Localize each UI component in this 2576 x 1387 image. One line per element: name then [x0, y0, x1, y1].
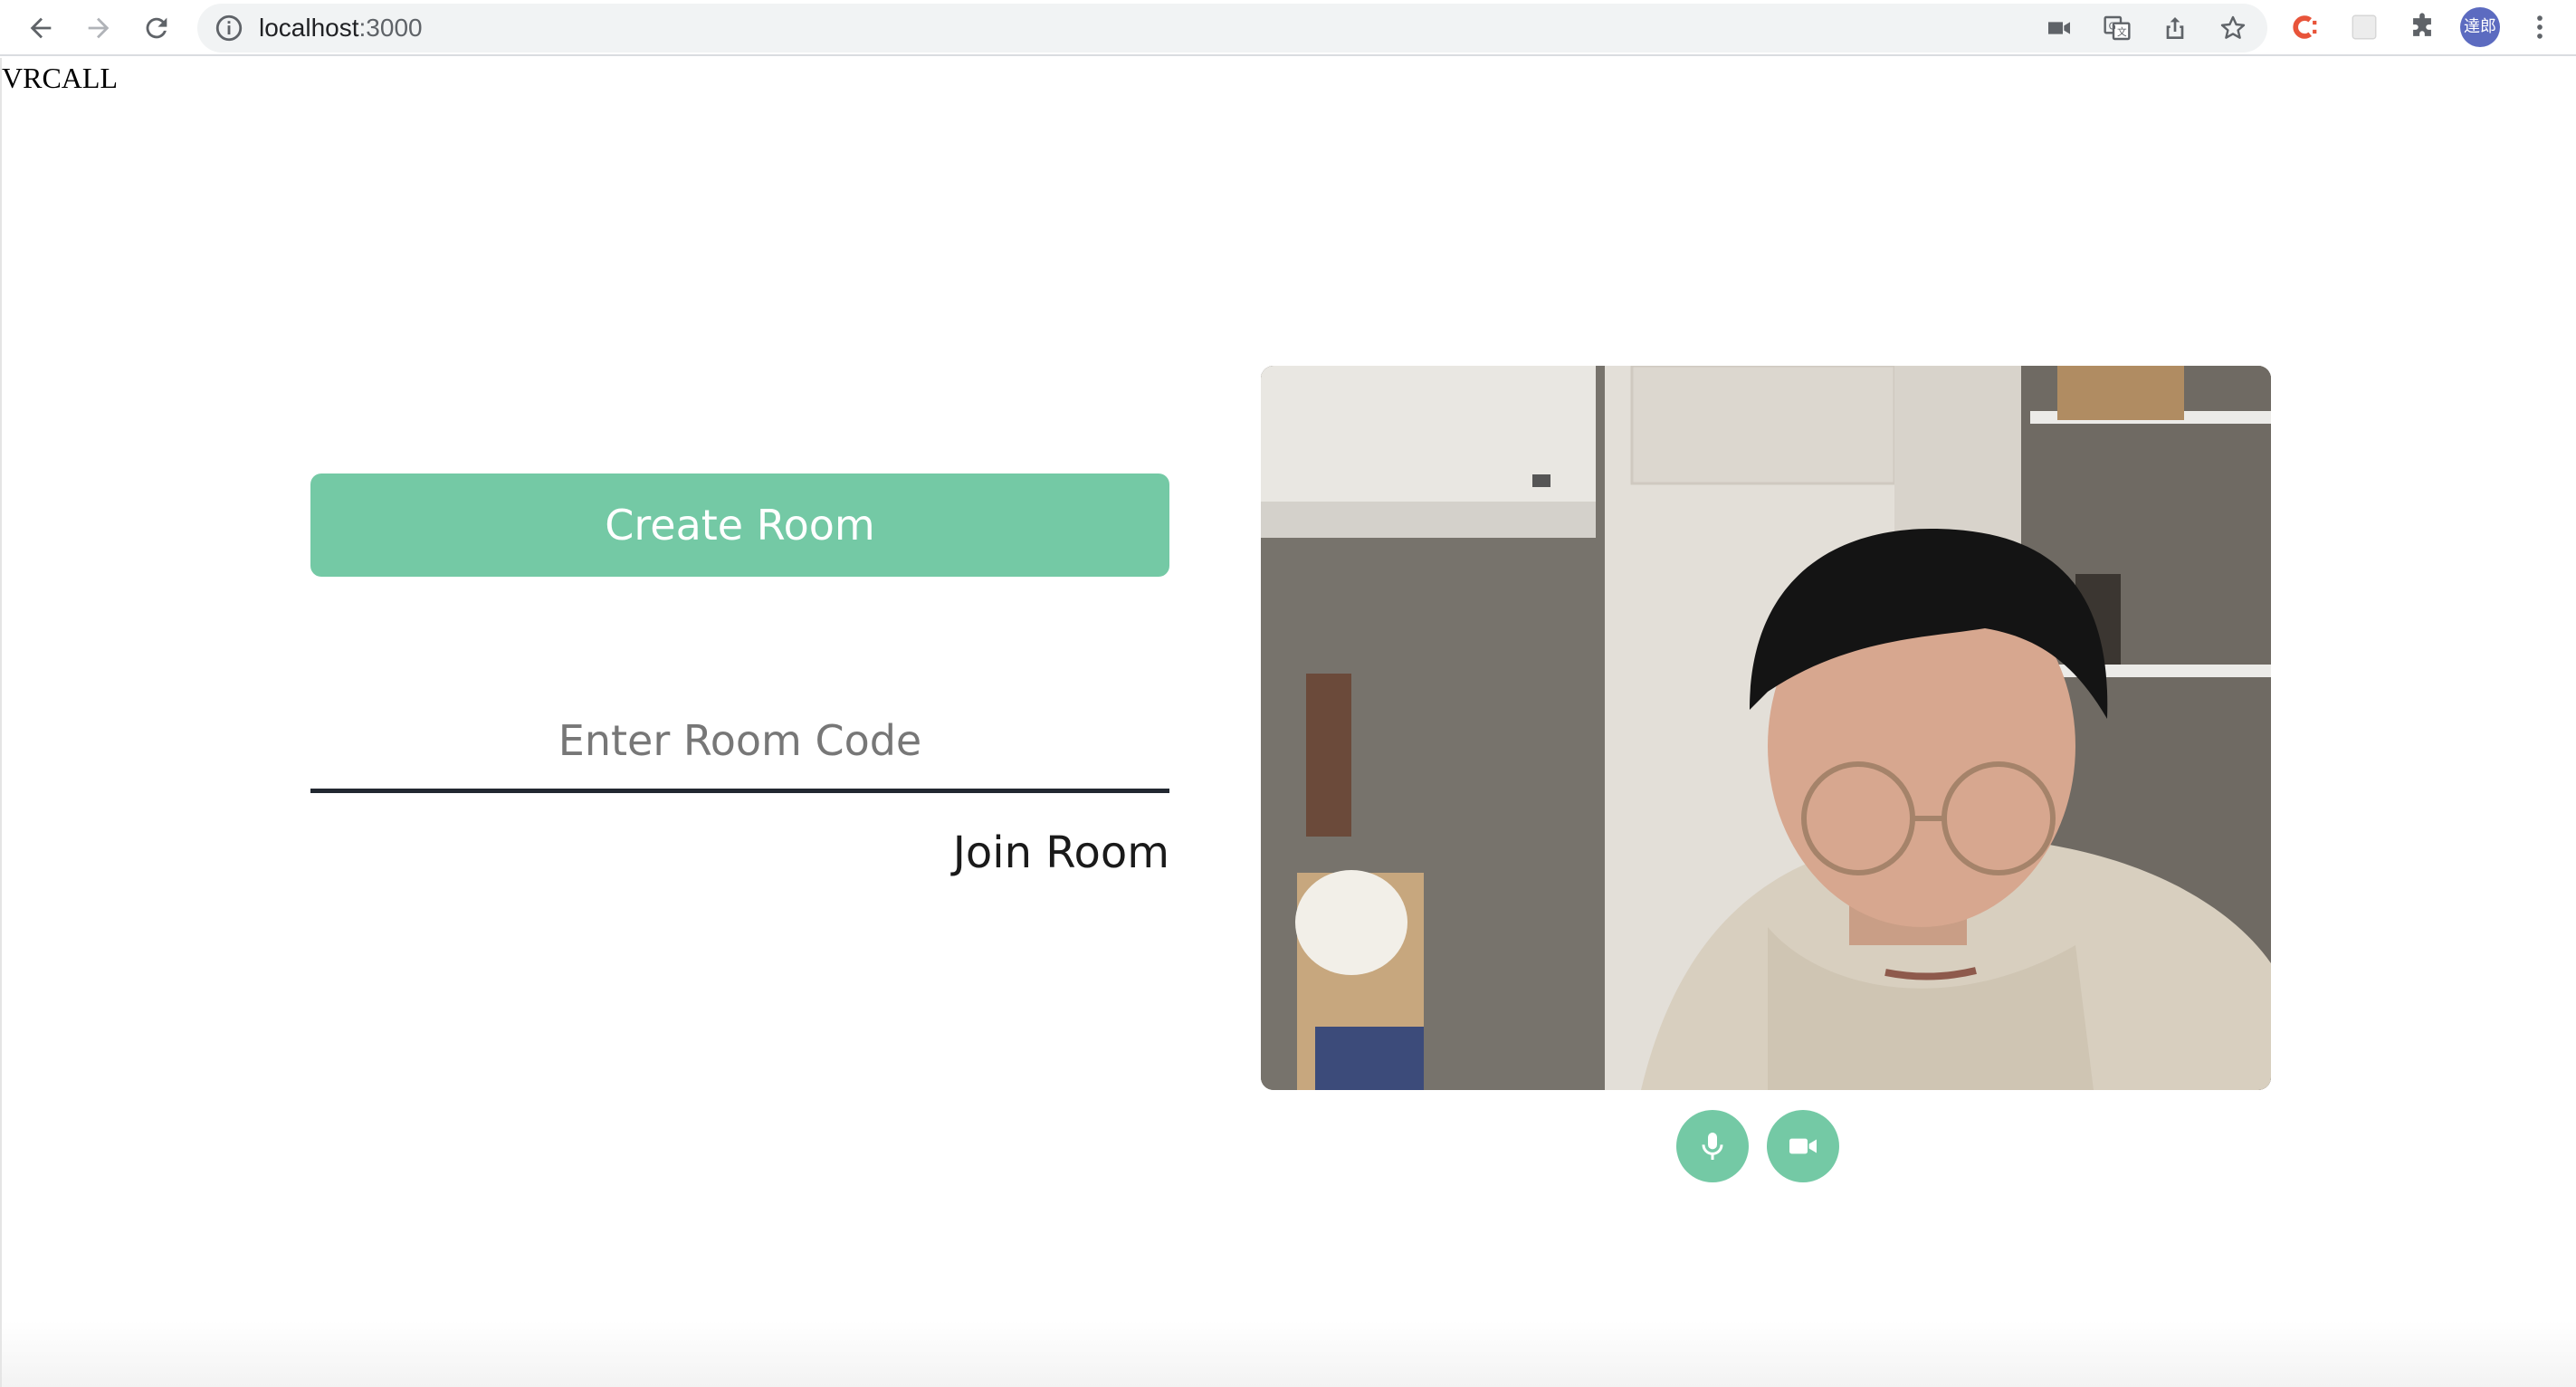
- webcam-image: [1261, 366, 2271, 1090]
- arrow-right-icon: [88, 17, 110, 39]
- share-button[interactable]: [2158, 11, 2192, 45]
- room-code-input[interactable]: [310, 692, 1169, 793]
- browser-toolbar: localhost:3000 G 文 達郎: [0, 0, 2576, 56]
- profile-avatar[interactable]: 達郎: [2460, 7, 2500, 47]
- arrow-left-icon: [30, 17, 52, 39]
- url-port: :3000: [358, 14, 423, 42]
- url-text: localhost:3000: [259, 4, 423, 53]
- kebab-menu-icon: [2537, 15, 2543, 39]
- info-icon[interactable]: [214, 13, 244, 43]
- reload-button[interactable]: [134, 5, 179, 51]
- bookmark-button[interactable]: [2216, 11, 2250, 45]
- video-camera-icon: [1789, 1138, 1817, 1154]
- back-button[interactable]: [18, 5, 63, 51]
- translate-button[interactable]: G 文: [2100, 11, 2134, 45]
- microphone-icon: [1702, 1133, 1723, 1160]
- toggle-microphone-button[interactable]: [1676, 1110, 1749, 1182]
- url-host: localhost: [259, 14, 359, 42]
- address-bar[interactable]: localhost:3000 G 文: [197, 4, 2267, 53]
- toggle-camera-button[interactable]: [1767, 1110, 1839, 1182]
- svg-text:文: 文: [2117, 26, 2127, 38]
- translate-icon: G 文: [2104, 15, 2131, 41]
- forward-button[interactable]: [76, 5, 121, 51]
- page-content: VRCALL Create Room Join Room: [0, 58, 2576, 1387]
- camera-in-use-indicator[interactable]: [2042, 11, 2076, 45]
- create-room-button[interactable]: Create Room: [310, 473, 1169, 577]
- extensions-menu-button[interactable]: [2402, 7, 2442, 47]
- star-icon: [2220, 15, 2246, 39]
- extension-c-button[interactable]: [2286, 7, 2326, 47]
- extension-placeholder-icon: [2352, 14, 2377, 40]
- app-title: VRCALL: [2, 62, 118, 94]
- join-room-button[interactable]: Join Room: [889, 827, 1169, 900]
- reload-icon: [146, 17, 167, 39]
- share-icon: [2166, 17, 2184, 39]
- local-video-preview: [1261, 366, 2271, 1090]
- puzzle-icon: [2413, 13, 2431, 36]
- video-camera-icon: [2048, 22, 2070, 34]
- extension-blank-button[interactable]: [2344, 7, 2384, 47]
- browser-menu-button[interactable]: [2520, 7, 2560, 47]
- extension-c-icon: [2293, 15, 2317, 39]
- svg-text:G: G: [2109, 20, 2116, 32]
